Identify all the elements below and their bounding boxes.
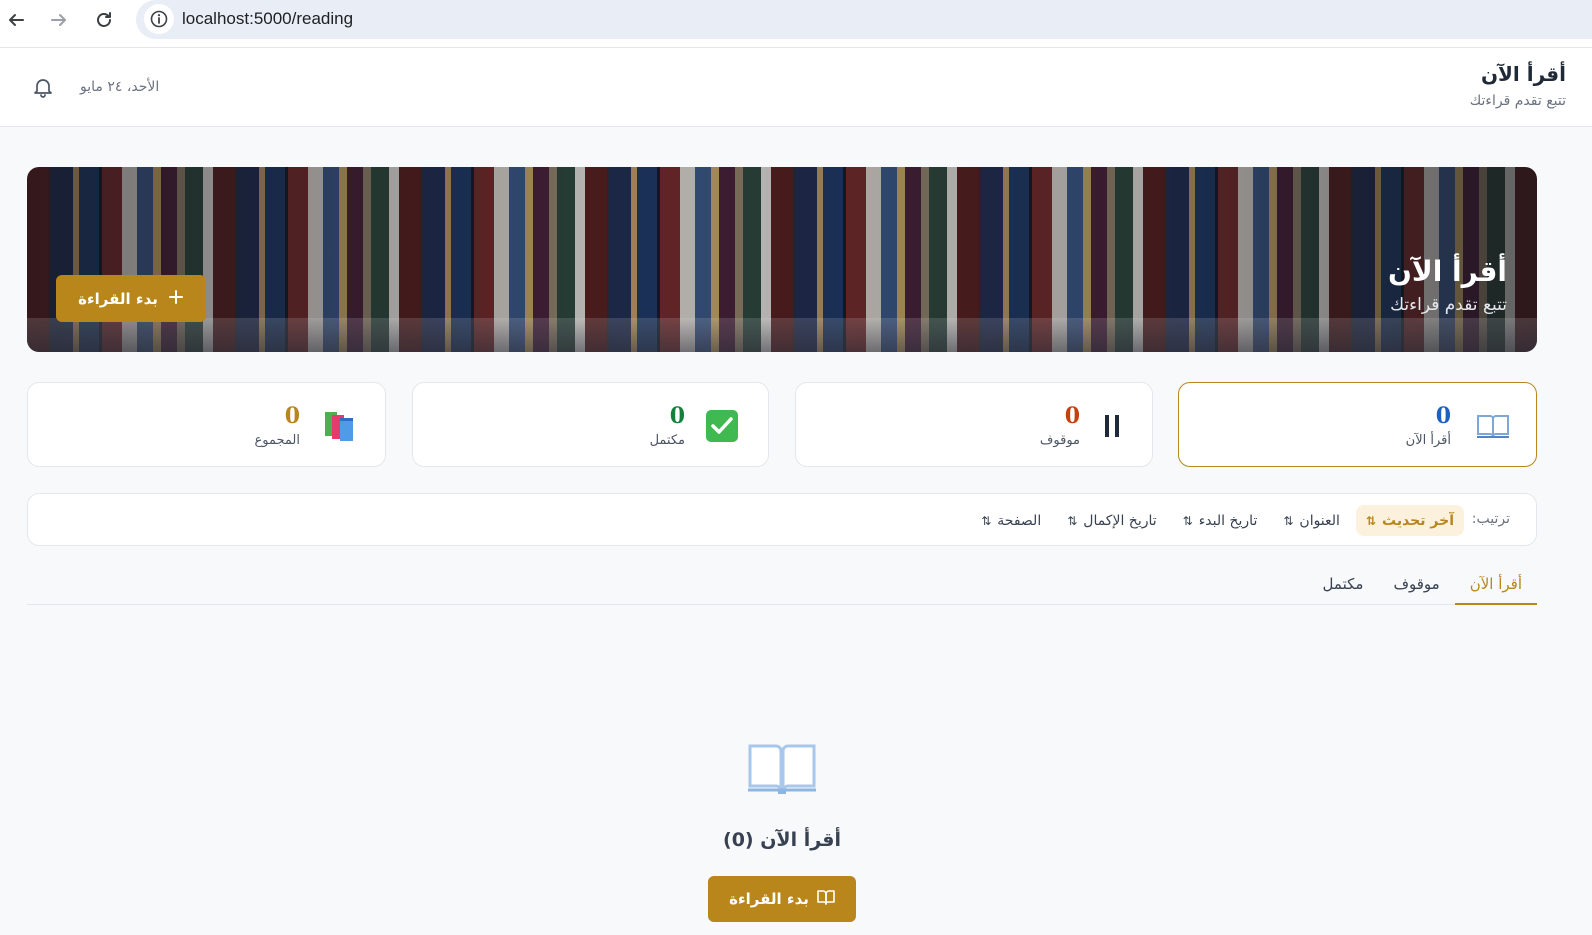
book-outline-icon [817, 889, 835, 909]
address-bar[interactable]: localhost:5000/reading [136, 0, 1592, 39]
stat-label-reading: أقرأ الآن [1405, 433, 1451, 448]
pause-icon [1094, 408, 1130, 444]
empty-start-reading-button[interactable]: بدء القراءة [708, 876, 856, 922]
hero-shelf-overlay [27, 318, 1537, 352]
sort-option-start-date[interactable]: تاريخ البدء ⇅ [1173, 505, 1268, 536]
sort-options: آخر تحديث ⇅ العنوان ⇅ تاريخ البدء ⇅ تاري… [971, 505, 1464, 536]
plus-icon [168, 289, 184, 309]
tab-paused[interactable]: موقوف [1378, 570, 1454, 605]
stat-label-completed: مكتمل [649, 433, 685, 448]
stat-card-total[interactable]: 0 المجموع [27, 382, 386, 467]
status-tabs: أقرأ الآن موقوف مكتمل [27, 570, 1537, 605]
sort-arrows-icon: ⇅ [1365, 513, 1377, 528]
sort-option-completion-date[interactable]: تاريخ الإكمال ⇅ [1057, 505, 1166, 536]
empty-start-reading-label: بدء القراءة [729, 890, 809, 908]
sort-arrows-icon: ⇅ [1283, 513, 1294, 528]
stat-card-paused[interactable]: 0 موقوف [795, 382, 1153, 467]
stat-value-paused: 0 [1064, 403, 1080, 429]
hero-subtitle: تتبع تقدم قراءتك [1390, 295, 1507, 315]
stat-card-reading[interactable]: 0 أقرأ الآن [1178, 382, 1537, 467]
stat-value-total: 0 [284, 403, 300, 429]
start-reading-label: بدء القراءة [78, 289, 158, 308]
forward-arrow-icon[interactable] [45, 6, 73, 34]
hero-banner: أقرأ الآن تتبع تقدم قراءتك بدء القراءة [27, 167, 1537, 352]
site-info-icon[interactable] [144, 4, 174, 34]
open-book-icon [746, 736, 818, 798]
stat-value-reading: 0 [1435, 403, 1451, 429]
stat-label-total: المجموع [254, 433, 300, 448]
back-arrow-icon[interactable] [2, 6, 30, 34]
sort-arrows-icon: ⇅ [1182, 513, 1193, 528]
empty-state-title: أقرأ الآن (0) [723, 829, 841, 851]
sort-option-last-updated[interactable]: آخر تحديث ⇅ [1355, 505, 1464, 536]
stat-card-completed[interactable]: 0 مكتمل [412, 382, 769, 467]
sort-option-title[interactable]: العنوان ⇅ [1273, 505, 1350, 536]
page-subtitle: تتبع تقدم قراءتك [1469, 93, 1566, 109]
books-stack-icon [322, 408, 358, 444]
tab-completed[interactable]: مكتمل [1308, 570, 1379, 605]
check-mark-icon [704, 408, 740, 444]
hero-title: أقرأ الآن [1387, 255, 1507, 288]
sort-arrows-icon: ⇅ [1067, 513, 1078, 528]
sort-arrows-icon: ⇅ [981, 513, 992, 528]
browser-toolbar: localhost:5000/reading [0, 0, 1592, 48]
tab-reading[interactable]: أقرأ الآن [1454, 570, 1537, 605]
stat-value-completed: 0 [669, 403, 685, 429]
reload-icon[interactable] [90, 6, 118, 34]
app-header: أقرأ الآن تتبع تقدم قراءتك الأحد، ٢٤ ماي… [0, 48, 1592, 127]
page-title: أقرأ الآن [1480, 62, 1566, 86]
current-date: الأحد، ٢٤ مايو [80, 79, 160, 95]
open-book-icon [1475, 408, 1511, 444]
sort-option-page[interactable]: الصفحة ⇅ [971, 505, 1051, 536]
bell-icon[interactable] [30, 74, 56, 100]
sort-bar: ترتيب: آخر تحديث ⇅ العنوان ⇅ تاريخ البدء… [27, 493, 1537, 546]
stat-label-paused: موقوف [1039, 433, 1080, 448]
sort-label: ترتيب: [1471, 511, 1510, 527]
start-reading-button[interactable]: بدء القراءة [56, 275, 206, 322]
url-text[interactable]: localhost:5000/reading [182, 9, 353, 29]
